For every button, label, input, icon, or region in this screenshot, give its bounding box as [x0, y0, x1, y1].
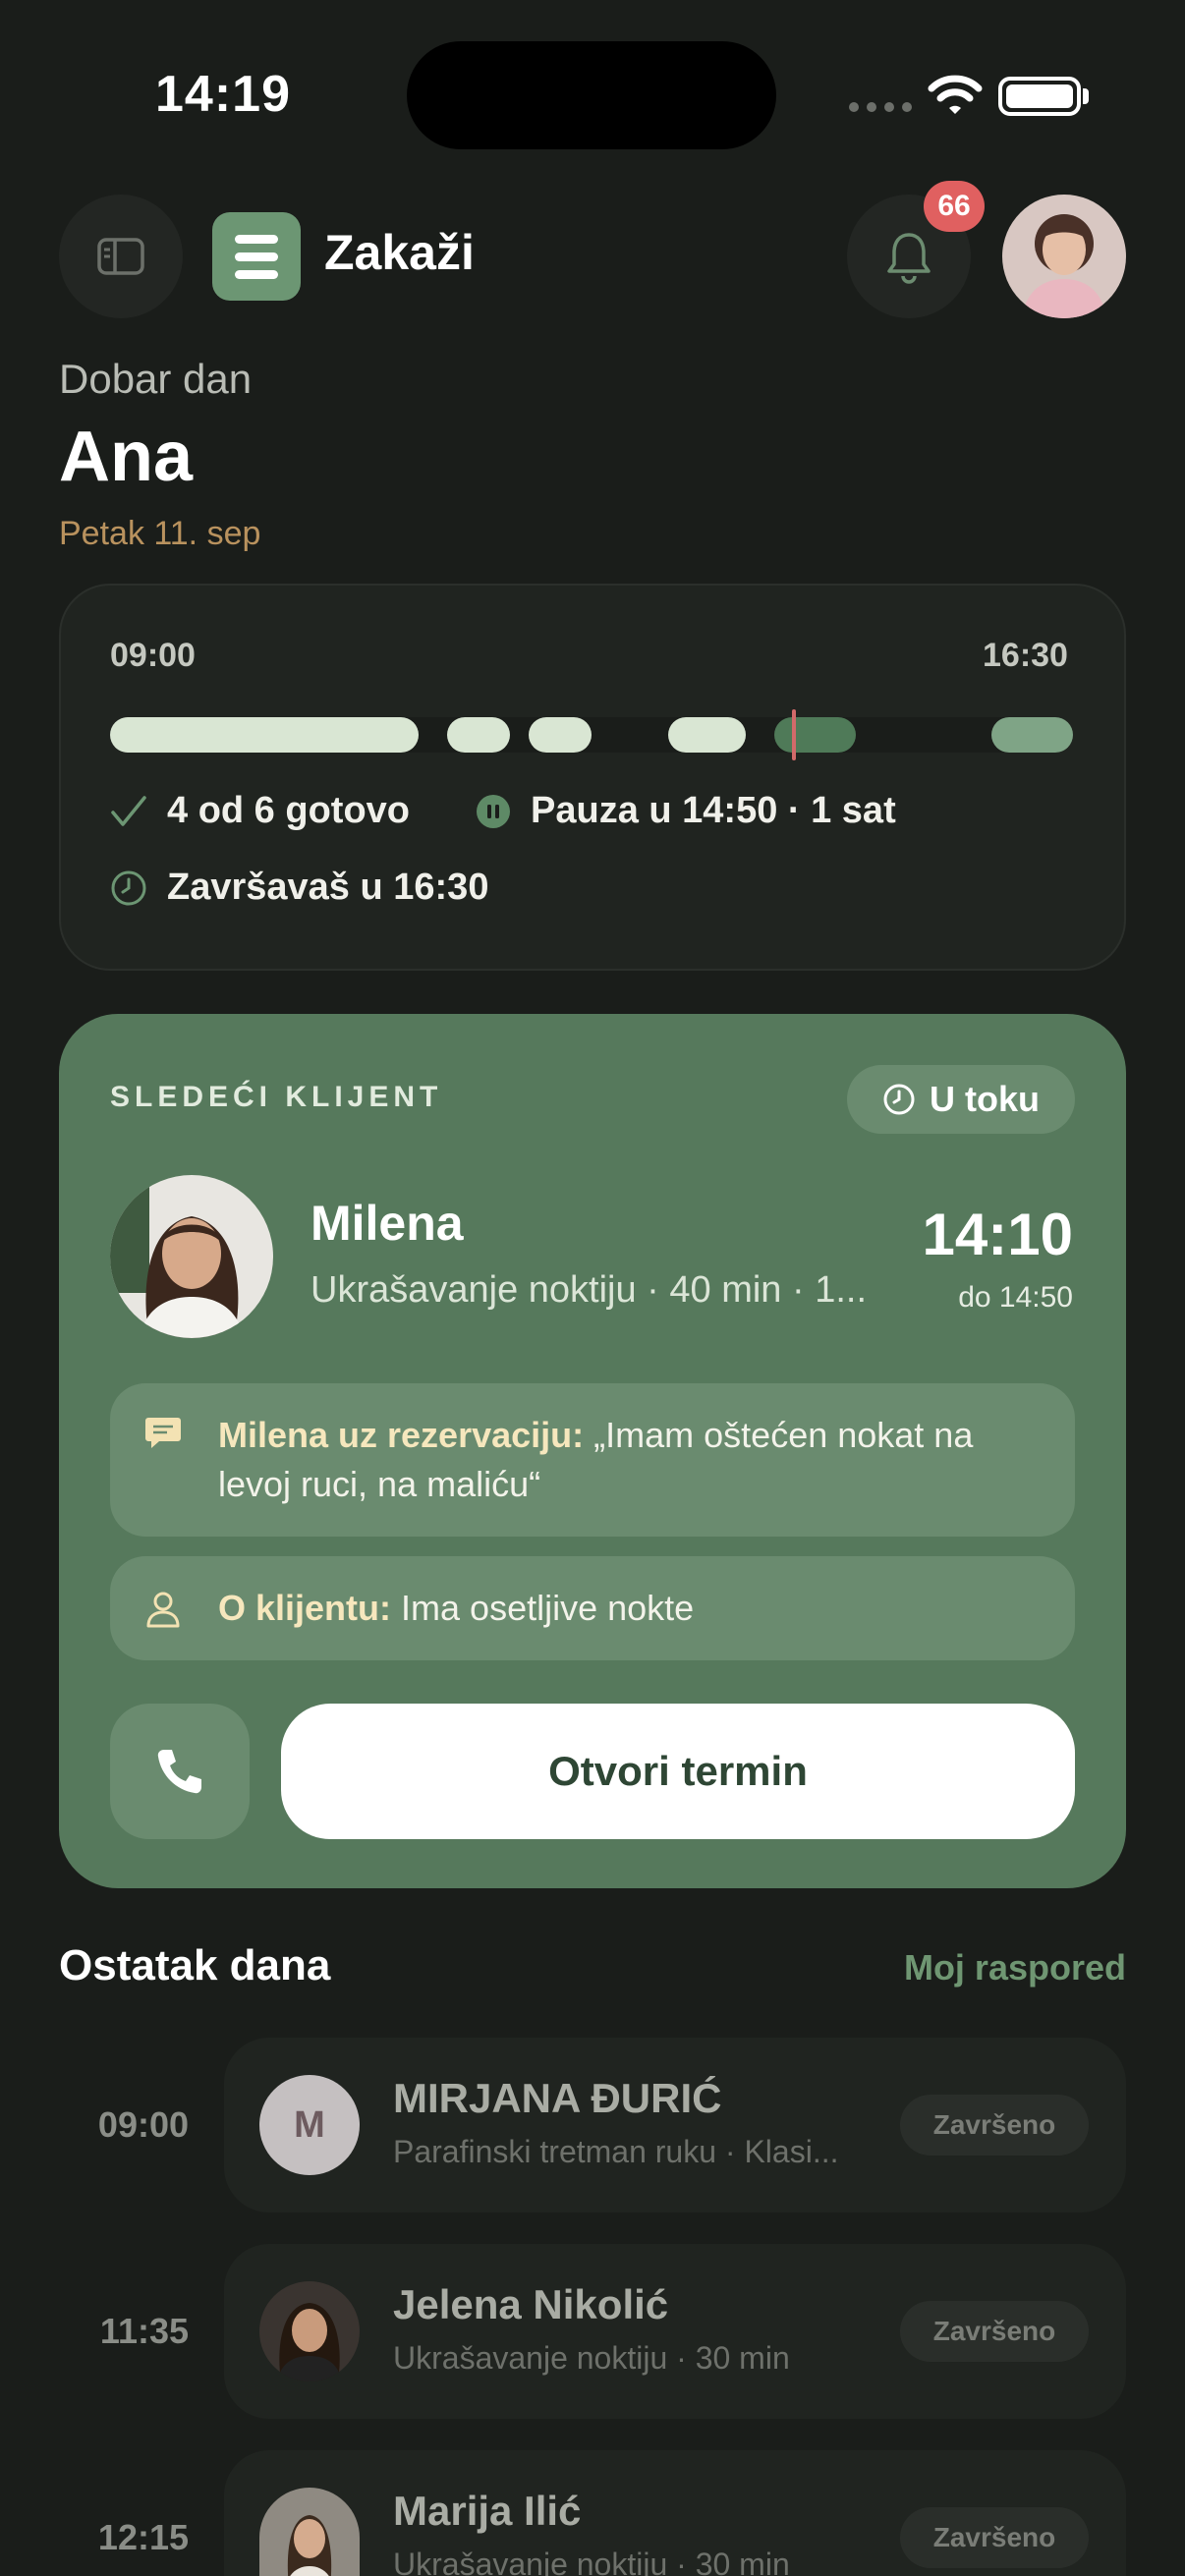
timeline-segment-current — [774, 717, 857, 753]
wifi-icon — [928, 75, 983, 114]
finish-stat: Završavaš u 16:30 — [110, 867, 488, 909]
client-name: Milena — [310, 1196, 464, 1251]
cellular-signal-icon — [849, 102, 912, 112]
notification-badge: 66 — [924, 181, 985, 232]
pause-icon — [477, 794, 510, 828]
pause-stat-label: Pauza u 14:50 · 1 sat — [531, 790, 896, 831]
booking-note-text: Milena uz rezervaciju: „Imam oštećen nok… — [218, 1411, 1034, 1509]
appointment-time: 14:10 — [922, 1202, 1073, 1267]
row-service: Parafinski tretman ruku · Klasi... — [393, 2134, 839, 2169]
app-title: Zakaži — [324, 225, 475, 280]
phone-icon — [157, 1750, 201, 1794]
sidebar-toggle-button[interactable] — [59, 195, 183, 318]
battery-icon — [998, 77, 1081, 116]
call-button[interactable] — [110, 1704, 250, 1839]
row-service: Ukrašavanje noktiju · 30 min — [393, 2340, 790, 2376]
appointment-end: do 14:50 — [958, 1281, 1073, 1314]
status-badge: Završeno — [900, 2301, 1089, 2362]
battery-cap — [1083, 88, 1089, 104]
clock-icon — [883, 1084, 915, 1115]
bell-icon — [887, 233, 931, 284]
status-pill-label: U toku — [930, 1079, 1040, 1119]
row-time: 09:00 — [97, 2104, 189, 2145]
client-avatar — [110, 1175, 273, 1338]
chat-icon — [145, 1418, 181, 1448]
my-schedule-link[interactable]: Moj raspored — [904, 1947, 1126, 1988]
greeting-text: Dobar dan — [59, 356, 253, 402]
clock-icon — [111, 870, 146, 905]
rest-of-day-title: Ostatak dana — [59, 1941, 331, 1989]
status-pill: U toku — [847, 1065, 1075, 1134]
open-appointment-button[interactable]: Otvori termin — [281, 1704, 1075, 1839]
day-timeline-track — [110, 717, 1073, 753]
status-badge: Završeno — [900, 2095, 1089, 2156]
client-info-label: O klijentu: — [218, 1588, 392, 1628]
app-logo — [212, 212, 301, 301]
status-badge: Završeno — [900, 2507, 1089, 2568]
done-stat-label: 4 od 6 gotovo — [167, 790, 410, 831]
timeline-segment-done — [668, 717, 746, 753]
finish-stat-label: Završavaš u 16:30 — [167, 867, 489, 908]
row-client-name: MIRJANA ĐURIĆ — [393, 2075, 722, 2121]
day-progress-card — [59, 584, 1126, 971]
user-name: Ana — [59, 418, 194, 496]
row-time: 12:15 — [97, 2517, 189, 2557]
row-service: Ukrašavanje noktiju · 30 min — [393, 2547, 790, 2576]
dynamic-island — [407, 41, 776, 149]
client-info-text: O klijentu: Ima osetljive nokte — [218, 1584, 1034, 1633]
day-start-time: 09:00 — [110, 637, 196, 674]
check-icon — [111, 795, 146, 826]
day-end-time: 16:30 — [983, 637, 1068, 674]
timeline-segment-upcoming — [990, 717, 1073, 753]
done-stat: 4 od 6 gotovo — [110, 790, 410, 832]
client-service: Ukrašavanje noktiju · 40 min · 1... — [310, 1269, 868, 1311]
client-info-content: Ima osetljive nokte — [401, 1588, 695, 1628]
pause-stat: Pauza u 14:50 · 1 sat — [476, 790, 896, 832]
person-icon — [146, 1592, 180, 1628]
next-client-label: SLEDEĆI KLIJENT — [110, 1081, 443, 1113]
timeline-segment-done — [110, 717, 419, 753]
current-date: Petak 11. sep — [59, 515, 261, 552]
current-time-marker — [791, 709, 796, 760]
booking-note-label: Milena uz rezervaciju: — [218, 1415, 585, 1455]
profile-avatar[interactable] — [1002, 195, 1126, 318]
row-client-name: Marija Ilić — [393, 2488, 582, 2534]
row-client-name: Jelena Nikolić — [393, 2281, 669, 2327]
client-avatar — [259, 2281, 360, 2381]
timeline-segment-done — [447, 717, 510, 753]
row-time: 11:35 — [99, 2311, 189, 2351]
timeline-segment-done — [529, 717, 592, 753]
sidebar-icon — [97, 238, 144, 275]
status-bar-time: 14:19 — [155, 66, 291, 123]
client-initial-avatar: M — [259, 2075, 360, 2175]
